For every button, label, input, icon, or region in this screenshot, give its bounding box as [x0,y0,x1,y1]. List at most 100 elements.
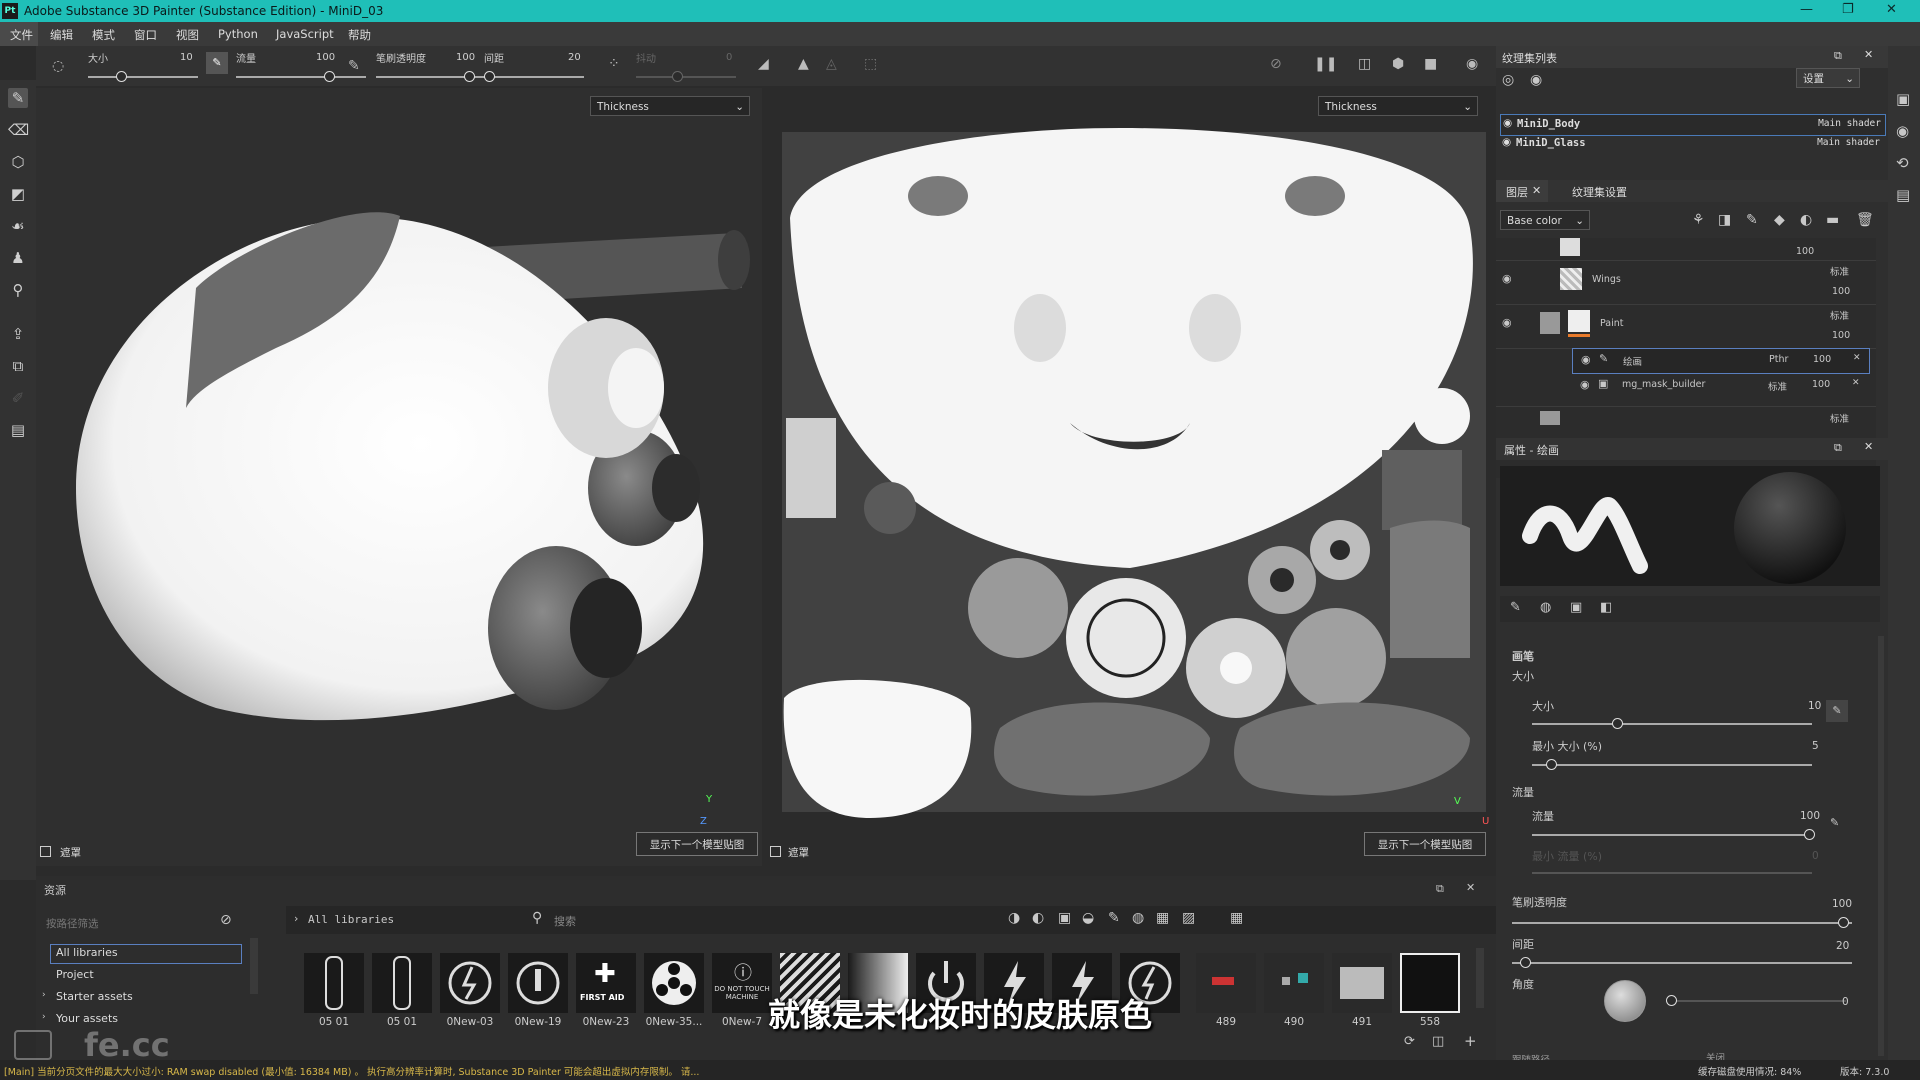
filter-masks-icon[interactable]: ▣ [1058,910,1071,926]
add-folder-icon[interactable]: ▬ [1826,212,1839,228]
menu-mode[interactable]: 模式 [92,27,115,43]
close-window-icon[interactable]: ✕ [1886,2,1897,17]
flow-slider[interactable] [1532,834,1812,836]
asset-thumbnail[interactable] [1264,953,1324,1013]
effect-blend-mode[interactable]: Pthr [1769,354,1788,365]
effect-row[interactable]: ◉ ✎ 绘画 Pthr 100 ✕ [1572,348,1870,374]
brush-shape-icon[interactable]: ◌ [52,58,64,74]
effect-opacity[interactable]: 100 [1813,354,1831,365]
layer-row[interactable]: 100 [1496,238,1876,261]
color-picker-icon[interactable]: ⚲ [8,280,28,300]
menu-javascript[interactable]: JavaScript [276,27,334,41]
toolbar-flow-slider[interactable] [236,76,366,78]
layer-blend-mode[interactable]: 标准 [1830,264,1849,278]
toolbar-size-knob[interactable] [116,71,127,82]
eye-icon[interactable]: ◉ [1502,272,1512,285]
chevron-right-icon[interactable]: › [294,912,298,925]
restore-icon[interactable]: ❐ [1842,2,1854,17]
asset-thumbnail[interactable] [372,953,432,1013]
brush-opacity-knob[interactable] [1838,917,1849,928]
min-size-slider[interactable] [1532,764,1812,766]
spacing-slider[interactable] [1512,962,1852,964]
spacing-slider-knob[interactable] [1520,957,1531,968]
menu-window[interactable]: 窗口 [134,27,157,43]
toolbar-flow-knob[interactable] [324,71,335,82]
asset-thumbnail[interactable] [1196,953,1256,1013]
shader-settings-icon[interactable]: ◉ [1896,122,1909,140]
size-pressure-icon[interactable]: ✎ [1826,700,1848,722]
chevron-right-icon[interactable]: › [42,1012,46,1022]
float-panel-icon[interactable]: ⧉ [1834,441,1842,455]
geometry-icon[interactable]: ⧉ [8,356,28,376]
layer-row[interactable]: 标准 [1496,406,1876,431]
channel-dropdown-3d[interactable]: Thickness ⌄ [590,96,750,116]
toolbar-jitter-knob[interactable] [672,71,683,82]
texture-set-settings-dropdown[interactable]: 设置 ⌄ [1796,68,1860,88]
asset-thumbnail[interactable] [508,953,568,1013]
delete-layer-icon[interactable]: 🗑 [1856,212,1874,228]
library-your-assets[interactable]: Your assets [56,1012,118,1025]
history-icon[interactable]: ⟲ [1896,154,1909,172]
annotation-icon[interactable]: ▤ [8,420,28,440]
library-project[interactable]: Project [56,968,94,981]
effect-opacity[interactable]: 100 [1812,379,1830,390]
remove-effect-icon[interactable]: ✕ [1853,353,1861,363]
properties-scrollbar[interactable] [1878,636,1884,1056]
float-panel-icon[interactable]: ⧉ [1834,49,1842,63]
material-tab-icon[interactable]: ◍ [1540,600,1551,615]
menu-view[interactable]: 视图 [176,27,199,43]
add-mask-icon[interactable]: ◨ [1718,212,1731,228]
cube-view-icon[interactable]: ⬢ [1392,56,1404,72]
effect-row[interactable]: ◉ ▣ mg_mask_builder 标准 100 ✕ [1572,374,1868,398]
add-paint-layer-icon[interactable]: ✎ [1746,212,1758,228]
asset-thumbnail[interactable]: ✚ FIRST AID [576,953,636,1013]
filter-materials-icon[interactable]: ◑ [1008,910,1020,926]
assets-search-input[interactable]: 搜索 [554,913,576,929]
filter-environments-icon[interactable]: ▨ [1182,910,1195,926]
filter-brushes-icon[interactable]: ✎ [1108,910,1120,926]
layer-blend-mode[interactable]: 标准 [1830,308,1849,322]
layer-opacity[interactable]: 100 [1832,286,1850,297]
menu-help[interactable]: 帮助 [348,27,371,43]
smudge-icon[interactable]: ☙ [8,216,28,236]
angle-dial[interactable] [1604,980,1646,1022]
eye-icon[interactable]: ◉ [1502,316,1512,329]
assets-breadcrumb[interactable]: All libraries [308,913,394,926]
viewport-2d[interactable]: Thickness ⌄ V U 遮罩 显示下一个模型贴图 [770,88,1496,866]
min-flow-slider[interactable] [1532,872,1812,874]
alpha-tab-icon[interactable]: ▣ [1570,600,1582,615]
texture-set-item[interactable]: ◉ MiniD_Body Main shader [1500,114,1886,136]
flow-pressure-icon[interactable]: ✎ [1830,816,1839,829]
next-model-map-button-2d[interactable]: 显示下一个模型贴图 [1364,832,1486,856]
toolbar-size-slider[interactable] [88,76,198,78]
camera-icon[interactable]: ■ [1424,56,1437,72]
mask-checkbox-3d[interactable] [40,846,51,857]
layer-row[interactable]: ◉ Wings 标准 100 [1496,260,1876,305]
pause-icon[interactable]: ❚❚ [1314,56,1337,72]
asset-thumbnail[interactable] [1400,953,1460,1013]
asset-thumbnail[interactable] [1332,953,1392,1013]
display-settings-icon[interactable]: ▣ [1896,90,1910,108]
angle-slider-knob[interactable] [1666,995,1677,1006]
layer-row[interactable]: ◉ Paint 标准 100 [1496,304,1876,349]
minimize-icon[interactable]: — [1800,2,1813,17]
lazy-mouse-icon[interactable]: ◢ [758,56,769,72]
layer-blend-mode[interactable]: 标准 [1830,411,1849,425]
asset-thumbnail[interactable] [304,953,364,1013]
hide-filter-icon[interactable]: ⊘ [220,912,232,928]
clone-stamp-icon[interactable]: ♟ [8,248,28,268]
brush-opacity-slider[interactable] [1512,922,1852,924]
channel-dropdown-2d[interactable]: Thickness ⌄ [1318,96,1478,116]
close-panel-icon[interactable]: ✕ [1864,48,1873,61]
paint-brush-icon[interactable]: ✎ [8,88,28,108]
projection-icon[interactable]: ⬡ [8,152,28,172]
filter-smart-materials-icon[interactable]: ◐ [1032,910,1044,926]
eye-icon[interactable]: ◉ [1502,136,1511,148]
symmetry-icon[interactable]: ▲ [798,56,809,72]
refresh-icon[interactable]: ⟳ [1404,1034,1415,1049]
asset-thumbnail[interactable] [440,953,500,1013]
polygon-fill-icon[interactable]: ◩ [8,184,28,204]
menu-edit[interactable]: 编辑 [50,27,73,43]
library-all[interactable]: All libraries [56,946,118,959]
grid-view-icon[interactable]: ▦ [1230,910,1243,926]
